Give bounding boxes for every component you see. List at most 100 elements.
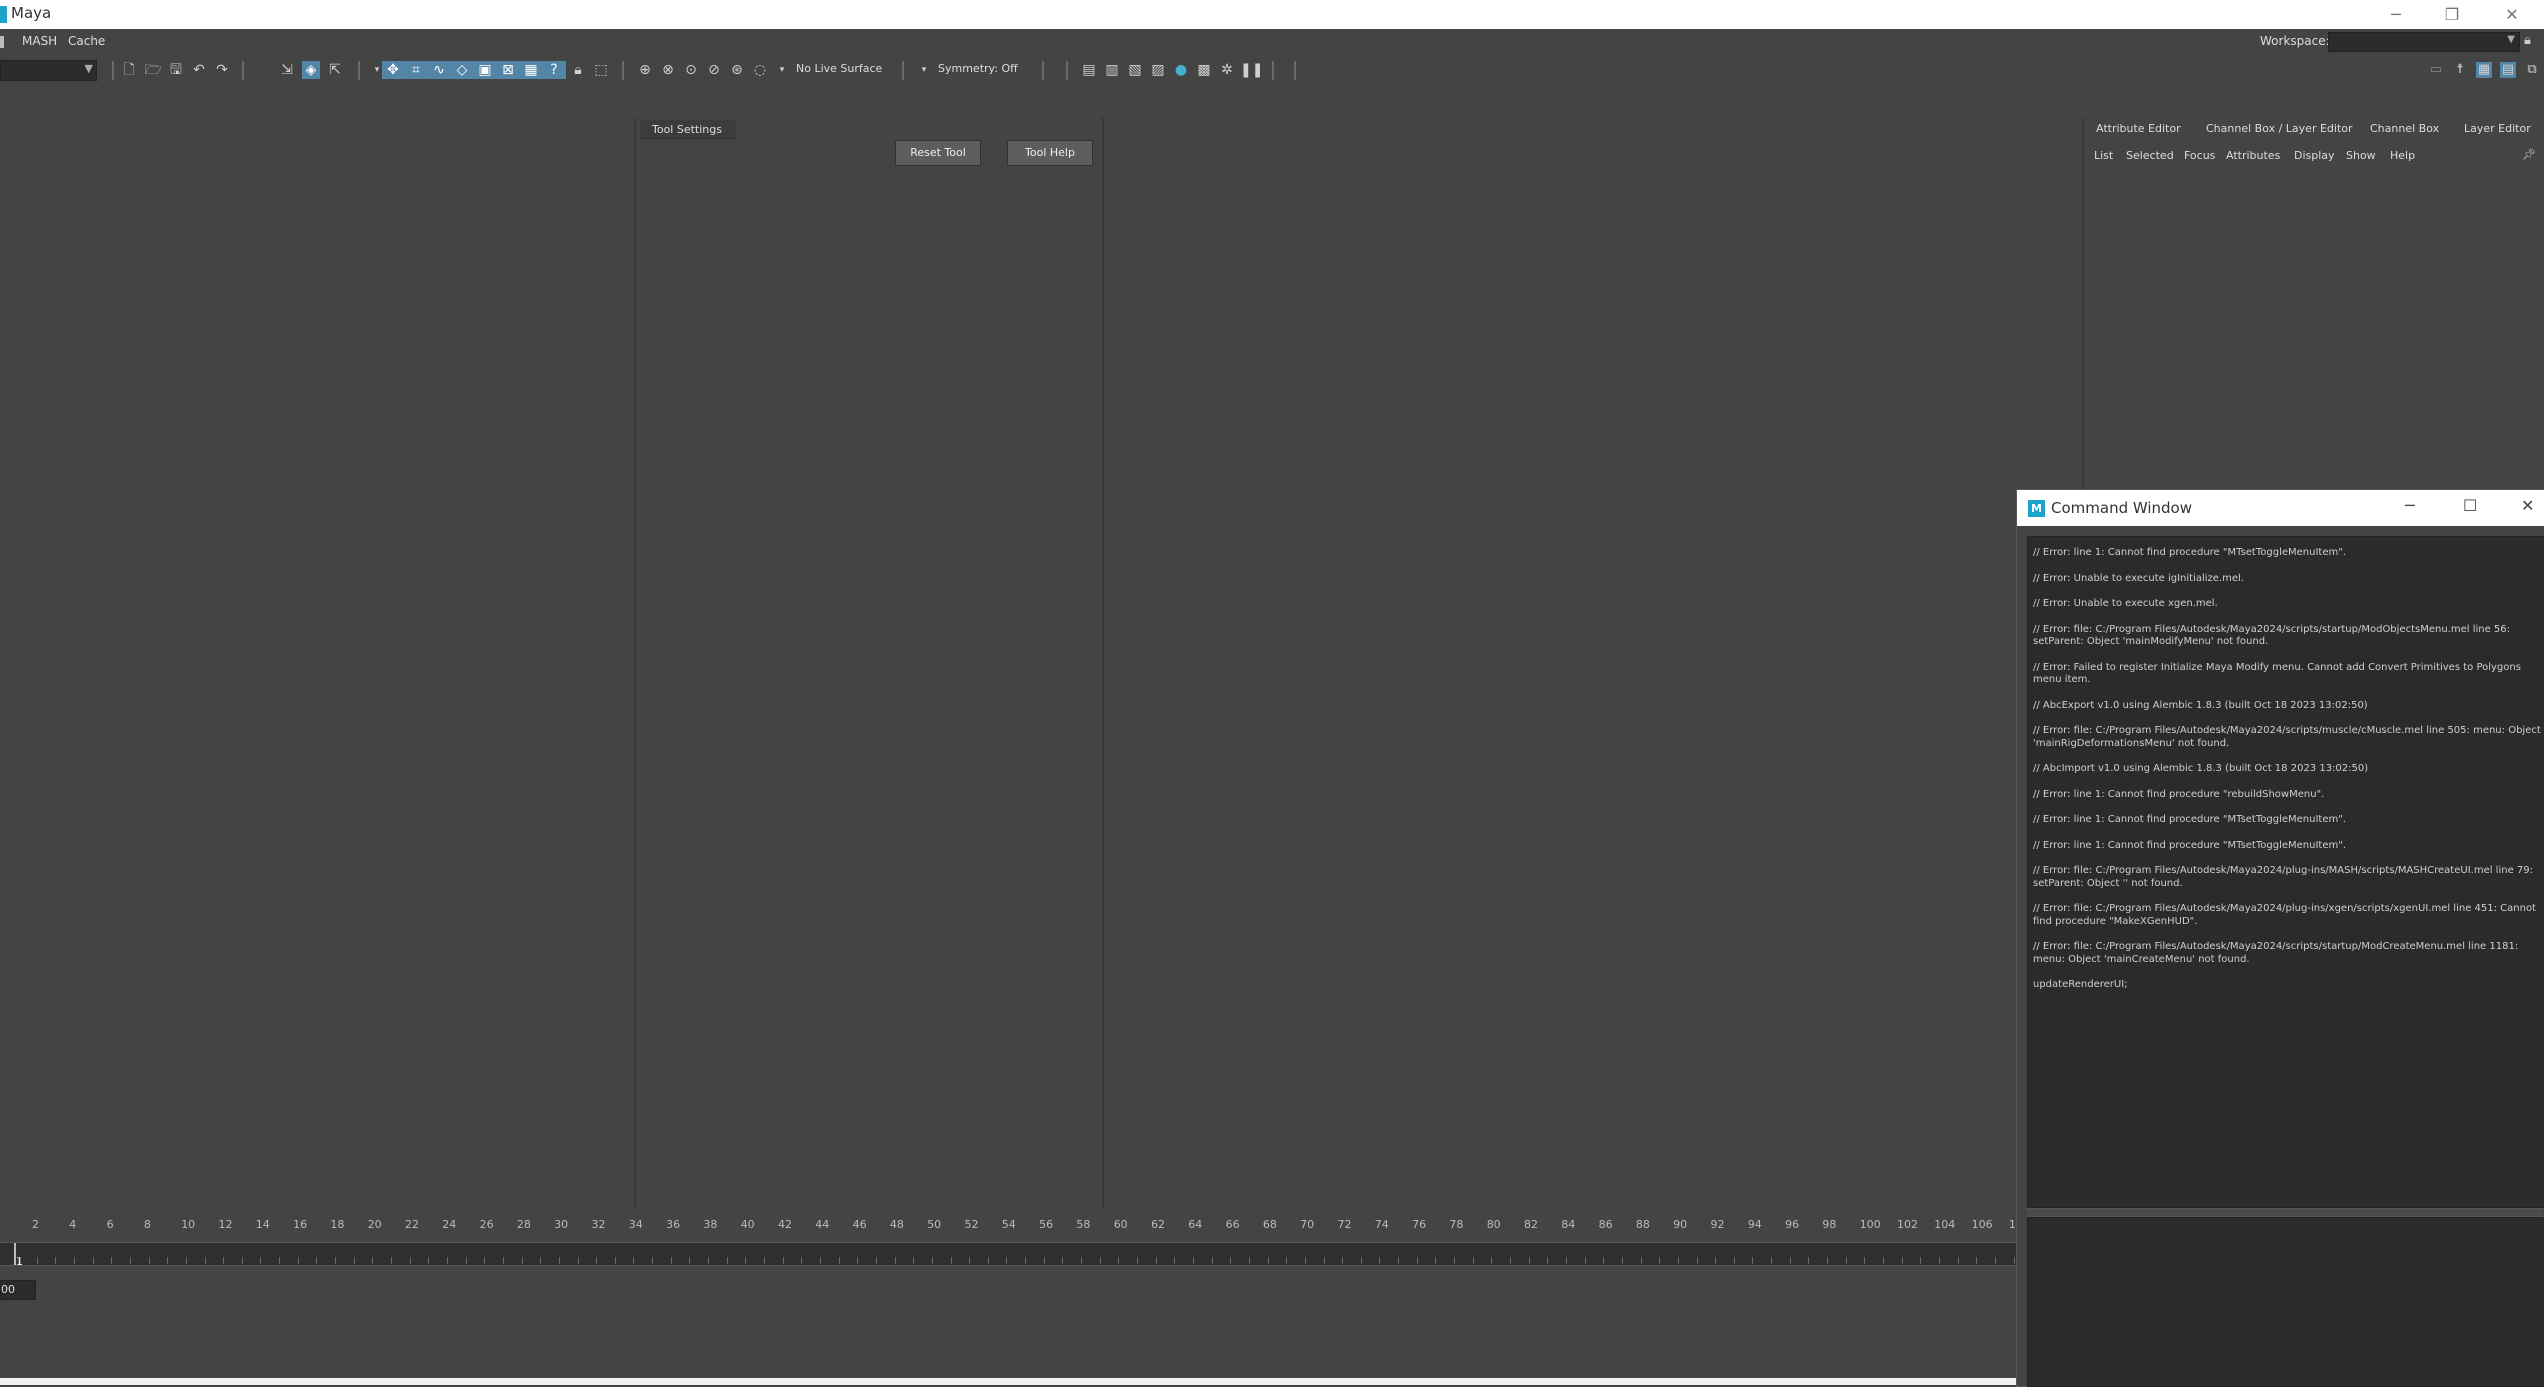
mask-curves-icon[interactable]: ∿ xyxy=(430,61,448,79)
new-scene-icon[interactable]: 🗋 xyxy=(120,61,138,79)
maximize-icon[interactable]: ☐ xyxy=(2463,496,2477,515)
dropdown-arrow-icon[interactable]: ▾ xyxy=(915,61,933,79)
tab-tool-settings[interactable]: Tool Settings xyxy=(640,120,736,139)
live-surface-field[interactable]: No Live Surface xyxy=(796,62,882,75)
timeline-tick-label: 28 xyxy=(516,1218,531,1231)
select-by-object-icon[interactable]: ◈ xyxy=(302,61,320,79)
lock-selection-icon[interactable]: 🔒︎ xyxy=(569,61,587,79)
snap-to-curve-icon[interactable]: ⊗ xyxy=(659,61,677,79)
pin-icon[interactable]: 📌︎ xyxy=(2522,148,2536,161)
timeline-tick-label: 40 xyxy=(740,1218,755,1231)
close-button[interactable]: ✕ xyxy=(2490,0,2534,29)
human-ik-icon[interactable]: ☨ xyxy=(2452,62,2468,78)
ruler-tick xyxy=(1062,1257,1064,1264)
lock-icon[interactable]: 🔒︎ xyxy=(2524,33,2531,48)
restore-button[interactable]: ❐ xyxy=(2430,0,2474,29)
render-settings-icon[interactable]: ▨ xyxy=(1149,61,1167,79)
menu-attributes[interactable]: Attributes xyxy=(2226,149,2280,162)
menu-show[interactable]: Show xyxy=(2346,149,2376,162)
ruler-tick xyxy=(260,1257,262,1264)
ruler-tick xyxy=(36,1257,38,1264)
open-scene-icon[interactable]: 🗁 xyxy=(144,61,162,79)
ruler-tick xyxy=(1547,1257,1549,1264)
timeline-tick-label: 42 xyxy=(778,1218,792,1231)
main-viewport[interactable] xyxy=(1104,118,2082,1208)
menu-display[interactable]: Display xyxy=(2294,149,2335,162)
mask-deformations-icon[interactable]: ▣ xyxy=(476,61,494,79)
tab-attribute-editor[interactable]: Attribute Editor xyxy=(2096,122,2181,135)
attribute-editor-toggle-icon[interactable]: ▦ xyxy=(2476,62,2492,78)
start-time-field[interactable]: 00 xyxy=(0,1280,36,1300)
pane-splitter[interactable] xyxy=(2027,1208,2543,1217)
ruler-tick xyxy=(1192,1257,1194,1264)
left-panel[interactable] xyxy=(0,118,636,1208)
menu-mash[interactable]: MASH xyxy=(22,34,57,48)
redo-icon[interactable]: ↷ xyxy=(213,61,231,79)
symmetry-dropdown[interactable]: Symmetry: Off xyxy=(938,62,1018,75)
timeline-tick-label: 22 xyxy=(405,1218,419,1231)
minimize-icon[interactable]: ─ xyxy=(2405,496,2415,515)
tool-help-button[interactable]: Tool Help xyxy=(1007,140,1093,166)
ruler-tick xyxy=(1043,1257,1045,1264)
channel-box-toggle-icon[interactable]: ⧉ xyxy=(2524,62,2540,78)
hypershade-icon[interactable]: ● xyxy=(1172,61,1190,79)
snap-to-projected-center-icon[interactable]: ⊘ xyxy=(705,61,723,79)
ruler-tick xyxy=(857,1257,859,1264)
mask-rendering-icon[interactable]: ▦ xyxy=(522,61,540,79)
command-window: M Command Window ─ ☐ ✕ // Error: line 1:… xyxy=(2016,489,2544,1387)
mask-handles-icon[interactable]: ✥ xyxy=(384,61,402,79)
time-ruler[interactable]: 1 xyxy=(0,1242,2016,1268)
menu-help[interactable]: Help xyxy=(2390,149,2415,162)
workspace-dropdown[interactable]: ▼ xyxy=(2328,32,2520,52)
modeling-toolkit-icon[interactable]: ▭ xyxy=(2428,62,2444,78)
menu-list[interactable]: List xyxy=(2094,149,2113,162)
command-window-titlebar[interactable]: M Command Window ─ ☐ ✕ xyxy=(2017,490,2544,526)
menu-selected[interactable]: Selected xyxy=(2126,149,2174,162)
ruler-tick xyxy=(726,1257,728,1264)
command-line[interactable] xyxy=(0,1302,2016,1351)
dropdown-arrow-icon[interactable]: ▾ xyxy=(773,61,791,79)
command-history-output[interactable]: // Error: line 1: Cannot find procedure … xyxy=(2027,536,2544,1208)
mask-surfaces-icon[interactable]: ◇ xyxy=(453,61,471,79)
mask-misc-icon[interactable]: ? xyxy=(545,61,563,79)
menu-set-dropdown[interactable]: ▼ xyxy=(0,60,97,81)
render-view-icon[interactable]: ▤ xyxy=(1080,61,1098,79)
ruler-tick xyxy=(297,1257,299,1264)
ruler-tick xyxy=(1528,1257,1530,1264)
light-editor-icon[interactable]: ✲ xyxy=(1218,61,1236,79)
reset-tool-button[interactable]: Reset Tool xyxy=(895,140,981,166)
ruler-tick xyxy=(708,1257,710,1264)
highlight-selection-icon[interactable]: ⬚ xyxy=(592,61,610,79)
select-by-component-icon[interactable]: ⇱ xyxy=(326,61,344,79)
menu-cache[interactable]: Cache xyxy=(68,34,105,48)
close-icon[interactable]: ✕ xyxy=(2521,496,2534,515)
tab-channel-box[interactable]: Channel Box xyxy=(2370,122,2439,135)
timeline-tick-label: 100 xyxy=(1859,1218,1881,1231)
ruler-tick xyxy=(1864,1257,1866,1264)
ruler-tick xyxy=(1565,1257,1567,1264)
command-input-area[interactable] xyxy=(2027,1217,2544,1387)
select-by-hierarchy-icon[interactable]: ⇲ xyxy=(278,61,296,79)
make-live-icon[interactable]: ◌ xyxy=(751,61,769,79)
tab-channel-box-layer-editor[interactable]: Channel Box / Layer Editor xyxy=(2206,122,2353,135)
snap-to-point-icon[interactable]: ⊙ xyxy=(682,61,700,79)
undo-icon[interactable]: ↶ xyxy=(190,61,208,79)
tool-settings-toggle-icon[interactable]: ▤ xyxy=(2500,62,2516,78)
minimize-button[interactable]: ─ xyxy=(2374,0,2418,29)
mask-joints-icon[interactable]: ⌗ xyxy=(407,61,425,79)
menu-focus[interactable]: Focus xyxy=(2184,149,2215,162)
help-line xyxy=(0,1350,2016,1378)
snap-to-grid-icon[interactable]: ⊕ xyxy=(636,61,654,79)
snap-to-view-plane-icon[interactable]: ⊛ xyxy=(728,61,746,79)
render-current-frame-icon[interactable]: ▥ xyxy=(1103,61,1121,79)
render-setup-icon[interactable]: ▩ xyxy=(1195,61,1213,79)
ipr-render-icon[interactable]: ▧ xyxy=(1126,61,1144,79)
ruler-tick xyxy=(540,1257,542,1264)
mask-dynamics-icon[interactable]: ⊠ xyxy=(499,61,517,79)
menu-tearoff-icon[interactable] xyxy=(0,36,4,48)
timeline-tick-label: 90 xyxy=(1673,1218,1688,1231)
tab-layer-editor[interactable]: Layer Editor xyxy=(2464,122,2531,135)
pause-viewport-icon[interactable]: ❚❚ xyxy=(1240,61,1263,79)
save-scene-icon[interactable]: 🖫 xyxy=(167,61,185,79)
timeline-tick-label: 4 xyxy=(69,1218,77,1231)
